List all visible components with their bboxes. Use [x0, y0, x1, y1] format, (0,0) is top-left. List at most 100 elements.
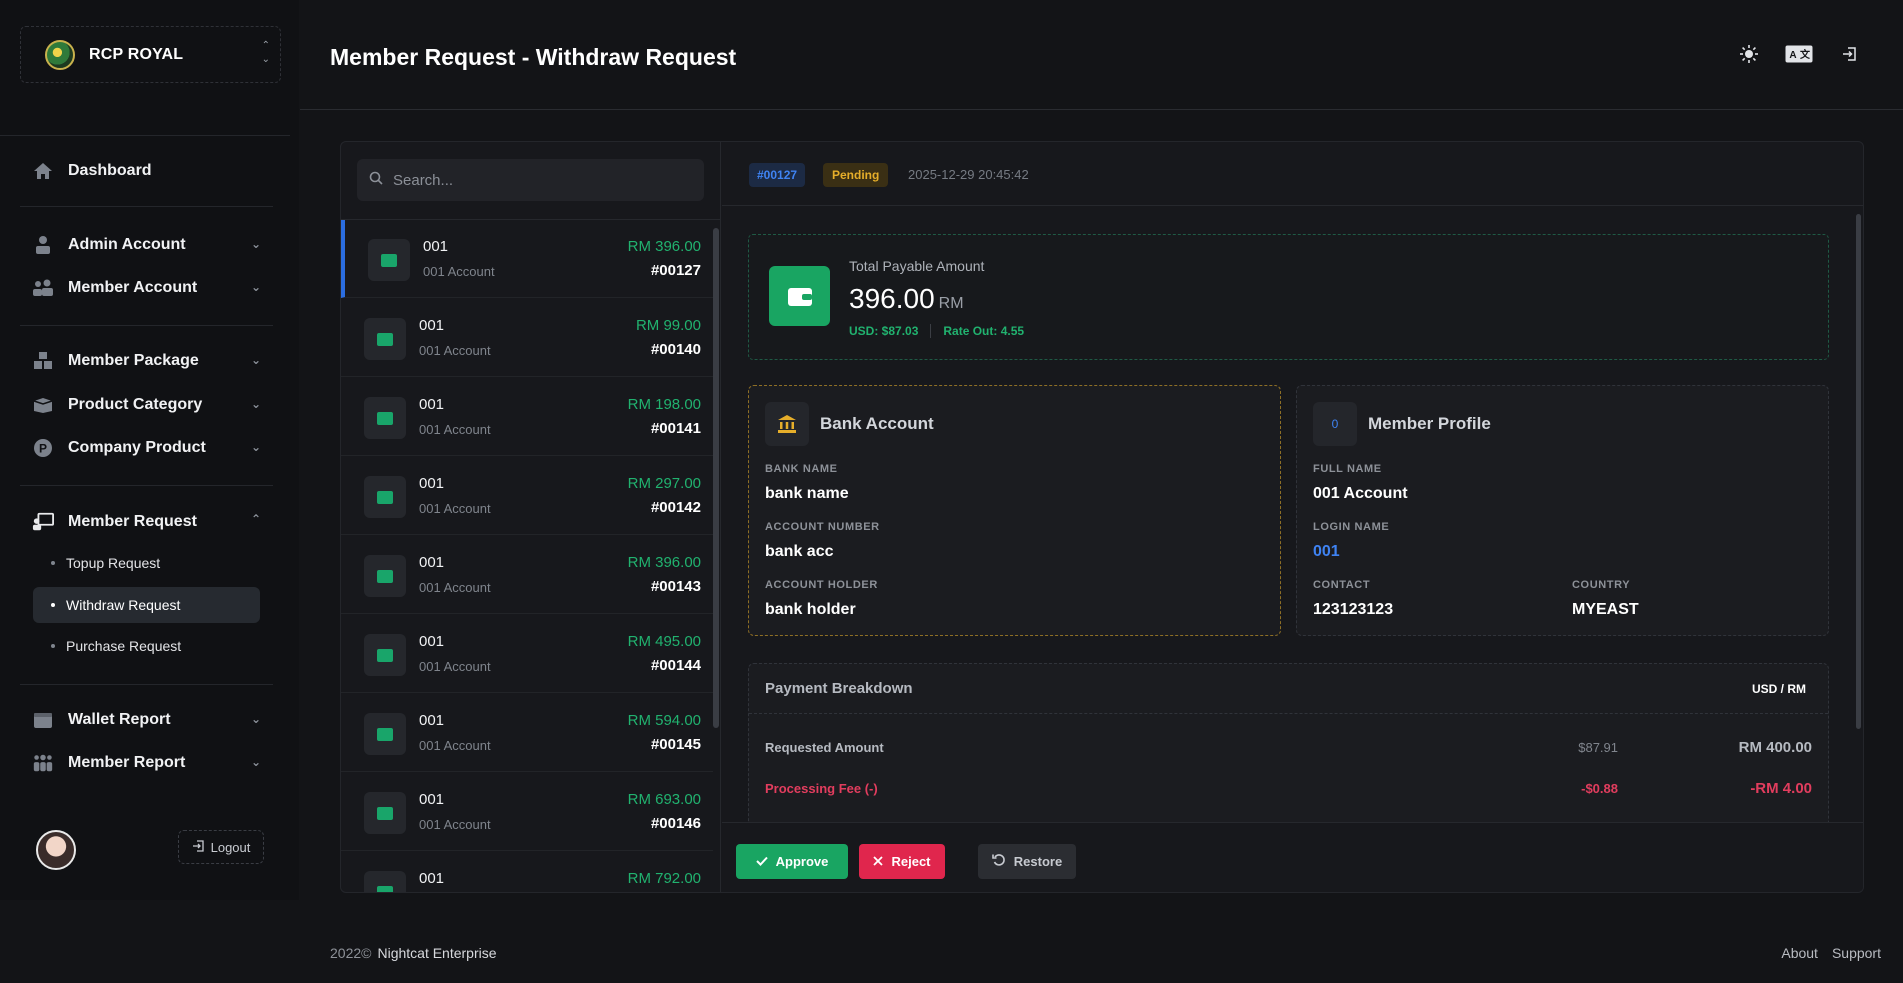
support-link[interactable]: Support [1832, 945, 1881, 961]
divider [930, 324, 932, 338]
reject-button[interactable]: Reject [859, 844, 945, 879]
payable-amount: 396.00 RM [849, 283, 964, 315]
sidebar-subitem-topup-request[interactable]: Topup Request [33, 545, 260, 581]
full-name-value: 001 Account [1313, 485, 1408, 502]
card-title: Member Profile [1368, 414, 1491, 433]
avatar[interactable] [36, 830, 76, 870]
contact-label: CONTACT [1313, 579, 1371, 591]
request-account: 001 Account [419, 659, 491, 674]
request-amount: RM 792.00 [627, 870, 701, 887]
request-list-item[interactable]: 001 001 Account RM 99.00 #00140 [341, 299, 713, 377]
wallet-icon [364, 713, 406, 755]
reject-label: Reject [891, 854, 931, 869]
chevron-down-icon: ⌄ [250, 712, 261, 726]
boxes-icon [32, 350, 54, 372]
sidebar-item-member-request[interactable]: Member Request ⌃ [20, 504, 273, 540]
wallet-icon [364, 476, 406, 518]
wallet-icon [364, 555, 406, 597]
sidebar-subitem-withdraw-request[interactable]: Withdraw Request [33, 587, 260, 623]
sidebar-item-label: Member Account [68, 279, 198, 296]
request-member: 001 [419, 396, 445, 413]
breakdown-row: Requested Amount $87.91 RM 400.00 [749, 732, 1828, 762]
request-id: #00143 [650, 578, 701, 595]
chevron-down-icon: ⌄ [250, 440, 261, 454]
account-holder-label: ACCOUNT HOLDER [765, 579, 878, 591]
undo-icon [991, 853, 1006, 870]
wallet-icon [364, 871, 406, 892]
sidebar-item-label: Member Request [68, 513, 197, 530]
request-id-badge: #00127 [749, 163, 806, 187]
action-bar: Approve Reject Restore [722, 822, 1863, 892]
sidebar-item-admin-account[interactable]: Admin Account ⌄ [20, 227, 273, 263]
sidebar-item-label: Purchase Request [66, 638, 182, 654]
row-label: Processing Fee (-) [765, 781, 878, 796]
payable-summary: Total Payable Amount 396.00 RM USD: $87.0… [748, 234, 1829, 360]
logout-button[interactable]: Logout [178, 830, 264, 864]
bullet-icon [51, 561, 55, 565]
request-list-item[interactable]: 001 001 Account RM 396.00 #00143 [341, 536, 713, 614]
sidebar-item-dashboard[interactable]: Dashboard [20, 153, 273, 189]
request-list-item[interactable]: 001 001 Account RM 396.00 #00127 [341, 220, 713, 298]
bank-icon [765, 402, 809, 446]
list-scrollbar[interactable] [713, 228, 719, 728]
sidebar-item-product-category[interactable]: Product Category ⌄ [20, 387, 273, 423]
request-account: 001 Account [419, 580, 491, 595]
chevron-down-icon: ⌄ [250, 755, 261, 769]
request-list-item[interactable]: 001 RM 792.00 [341, 852, 713, 892]
request-list-item[interactable]: 001 001 Account RM 594.00 #00145 [341, 694, 713, 772]
search-input[interactable] [393, 171, 683, 189]
sidebar-item-company-product[interactable]: P Company Product ⌄ [20, 430, 273, 466]
sidebar-item-label: Withdraw Request [66, 597, 181, 613]
sign-out-icon[interactable] [1835, 42, 1863, 66]
payment-breakdown: Payment Breakdown USD / RM Requested Amo… [748, 663, 1829, 833]
request-id: #00140 [650, 341, 701, 358]
login-name-label: LOGIN NAME [1313, 521, 1390, 533]
sidebar-item-member-account[interactable]: Member Account ⌄ [20, 270, 273, 306]
request-amount: RM 594.00 [627, 712, 701, 729]
restore-button[interactable]: Restore [978, 844, 1076, 879]
sun-icon[interactable] [1735, 42, 1763, 66]
footer-company-link[interactable]: Nightcat Enterprise [377, 945, 496, 961]
sidebar-item-member-report[interactable]: Member Report ⌄ [20, 745, 273, 781]
sidebar-item-member-package[interactable]: Member Package ⌄ [20, 343, 273, 379]
search-icon [369, 171, 383, 190]
request-member: 001 [419, 554, 445, 571]
sidebar-item-wallet-report[interactable]: Wallet Report ⌄ [20, 702, 273, 738]
close-icon [873, 854, 884, 869]
brand-switcher[interactable]: RCP ROYAL ⌃ ⌄ [20, 26, 281, 83]
brand-logo [45, 39, 75, 70]
request-list-item[interactable]: 001 001 Account RM 693.00 #00146 [341, 773, 713, 851]
payable-label: Total Payable Amount [849, 258, 985, 274]
request-account: 001 Account [419, 738, 491, 753]
sidebar-item-label: Wallet Report [68, 711, 171, 728]
request-member: 001 [419, 870, 445, 887]
sidebar-item-label: Member Report [68, 754, 186, 771]
request-detail: #00127 Pending 2025-12-29 20:45:42 Total… [722, 142, 1863, 892]
approve-button[interactable]: Approve [736, 844, 848, 879]
withdraw-panel: 001 001 Account RM 396.00 #00127 001 001… [340, 141, 1864, 893]
product-p-icon: P [32, 437, 54, 459]
row-usd: -$0.88 [1581, 781, 1618, 796]
about-link[interactable]: About [1781, 945, 1818, 961]
sidebar-subitem-purchase-request[interactable]: Purchase Request [33, 628, 260, 664]
detail-scrollbar[interactable] [1856, 214, 1861, 729]
approve-label: Approve [775, 854, 829, 869]
divider [20, 325, 273, 326]
request-list-item[interactable]: 001 001 Account RM 297.00 #00142 [341, 457, 713, 535]
page-title: Member Request - Withdraw Request [330, 44, 737, 70]
login-name-link[interactable]: 001 [1313, 543, 1340, 561]
sidebar-item-label: Company Product [68, 439, 206, 456]
people-group-icon [32, 752, 54, 774]
request-datetime: 2025-12-29 20:45:42 [908, 167, 1029, 182]
request-amount: RM 396.00 [627, 554, 701, 571]
request-id: #00144 [650, 657, 701, 674]
request-list-item[interactable]: 001 001 Account RM 495.00 #00144 [341, 615, 713, 693]
request-list-item[interactable]: 001 001 Account RM 198.00 #00141 [341, 378, 713, 456]
bullet-icon [51, 644, 55, 648]
wallet-icon [32, 709, 54, 731]
request-member: 001 [419, 791, 445, 808]
request-member: 001 [423, 238, 449, 255]
usd-amount: USD: $87.03 [849, 324, 919, 338]
request-member: 001 [419, 712, 445, 729]
translate-icon[interactable]: A文 [1785, 42, 1813, 66]
